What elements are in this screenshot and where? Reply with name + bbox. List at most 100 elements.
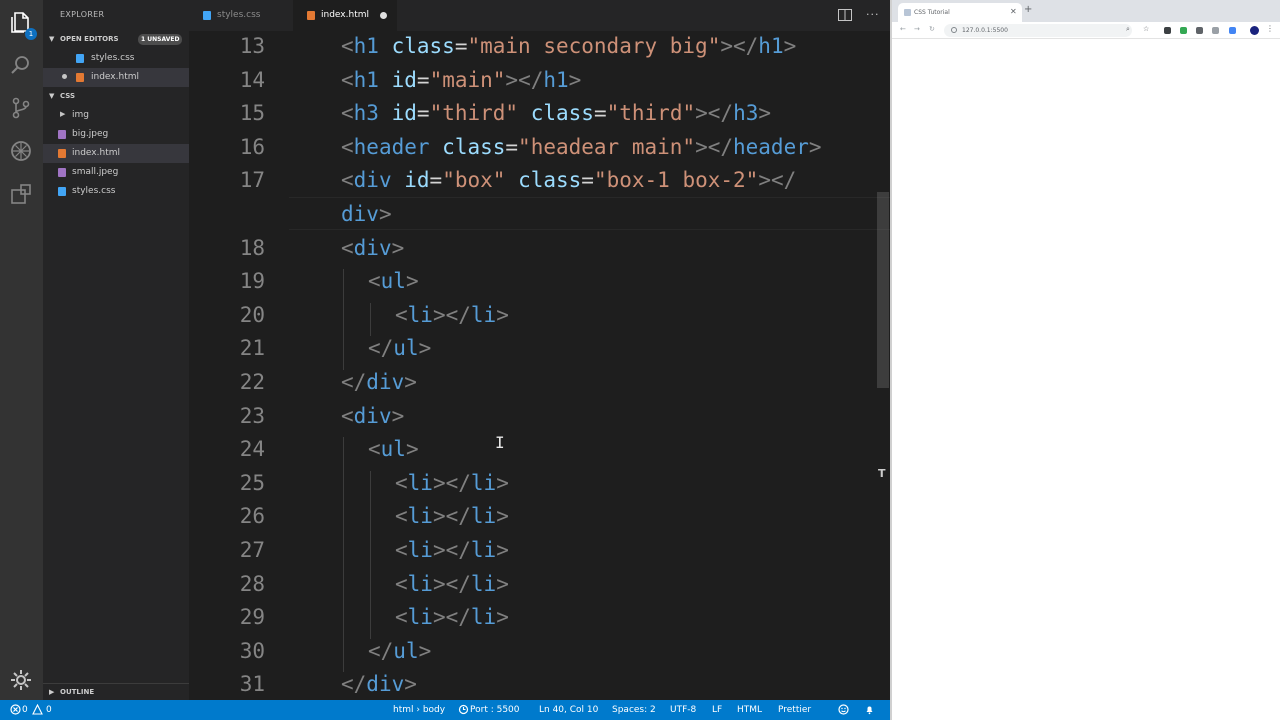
error-icon[interactable]: [10, 704, 21, 715]
browser-tab[interactable]: CSS Tutorial ✕: [898, 3, 1022, 22]
code-token: li: [407, 538, 433, 562]
bookmark-star-icon[interactable]: ☆: [1143, 25, 1149, 33]
tab-index-html[interactable]: index.html: [293, 0, 397, 31]
end-of-line[interactable]: LF: [712, 705, 722, 715]
search-icon[interactable]: [9, 53, 33, 77]
outline-header[interactable]: ▶ OUTLINE: [43, 683, 189, 700]
new-tab-icon[interactable]: +: [1024, 4, 1032, 15]
code-line[interactable]: <ul>: [368, 269, 419, 293]
indent-guide: [343, 504, 344, 538]
code-token: ></: [758, 168, 797, 193]
code-line[interactable]: <div>: [341, 404, 404, 428]
editor-scrollbar[interactable]: [877, 192, 889, 388]
breadcrumb[interactable]: html › body: [393, 705, 445, 715]
page-favicon-icon: [904, 9, 911, 16]
code-line[interactable]: div>: [341, 202, 392, 226]
indentation[interactable]: Spaces: 2: [612, 705, 656, 715]
code-line[interactable]: <li></li>: [395, 471, 509, 495]
code-line[interactable]: </div>: [341, 672, 417, 696]
code-line[interactable]: <header class="headear main"></header>: [341, 135, 822, 159]
cursor-position[interactable]: Ln 40, Col 10: [539, 705, 598, 715]
code-line[interactable]: <li></li>: [395, 605, 509, 629]
code-line[interactable]: <h3 id="third" class="third"></h3>: [341, 101, 771, 125]
live-server-port[interactable]: Port : 5500: [470, 705, 520, 715]
css-file-icon: [76, 54, 84, 63]
reload-icon[interactable]: ↻: [929, 25, 935, 33]
tree-item-label: index.html: [72, 148, 120, 158]
line-number: 17: [239, 168, 265, 193]
code-token: >: [496, 538, 509, 562]
open-editor-label: index.html: [91, 72, 139, 82]
tree-item-styles-css[interactable]: styles.css: [43, 182, 189, 201]
indent-guide: [343, 470, 344, 505]
site-info-icon[interactable]: [951, 27, 957, 33]
extension-eyedropper-icon[interactable]: [1164, 27, 1171, 34]
code-line[interactable]: <h1 id="main"></h1>: [341, 68, 581, 92]
profile-avatar[interactable]: [1250, 26, 1259, 35]
line-number: 19: [239, 269, 265, 294]
code-line[interactable]: <li></li>: [395, 572, 509, 596]
extension-green-icon[interactable]: [1180, 27, 1187, 34]
extensions-icon[interactable]: [9, 182, 33, 206]
tree-item-small-jpeg[interactable]: small.jpeg: [43, 163, 189, 182]
formatter[interactable]: Prettier: [778, 705, 811, 715]
code-token: li: [470, 571, 497, 596]
gear-icon[interactable]: [9, 668, 33, 692]
forward-icon[interactable]: →: [914, 25, 920, 33]
tab-label: index.html: [321, 10, 369, 20]
open-editor-styles-css[interactable]: styles.css: [43, 49, 189, 68]
code-token: h1: [353, 34, 379, 58]
indent-guide: [370, 605, 371, 639]
code-token: li: [407, 571, 433, 596]
code-line[interactable]: <div id="box" class="box-1 box-2"></: [341, 168, 796, 192]
notifications-bell-icon[interactable]: [864, 704, 875, 715]
folder-label: CSS: [60, 92, 76, 100]
encoding[interactable]: UTF-8: [670, 705, 696, 715]
folder-css-header[interactable]: ▼ CSS: [43, 88, 189, 105]
code-line[interactable]: <li></li>: [395, 504, 509, 528]
tree-item-big-jpeg[interactable]: big.jpeg: [43, 125, 189, 144]
tree-item-index-html[interactable]: index.html: [43, 144, 189, 163]
live-server-icon[interactable]: [458, 704, 469, 715]
tab-styles-css[interactable]: styles.css: [189, 0, 293, 31]
code-line[interactable]: <li></li>: [395, 538, 509, 562]
language-mode[interactable]: HTML: [737, 705, 762, 715]
chevron-right-icon: ▶: [49, 688, 55, 696]
debug-icon[interactable]: [9, 139, 33, 163]
error-count[interactable]: 0: [22, 705, 28, 715]
code-token: >: [568, 67, 582, 92]
code-line[interactable]: </ul>: [368, 639, 431, 663]
css-file-icon: [58, 187, 66, 196]
extension-icon[interactable]: [1212, 27, 1219, 34]
back-icon[interactable]: ←: [900, 25, 906, 33]
warning-count[interactable]: 0: [46, 705, 52, 715]
code-editor[interactable]: 13 <h1 class="main secondary big"></h1> 14…: [189, 31, 890, 700]
indent-guide: [343, 538, 344, 572]
close-tab-icon[interactable]: ✕: [1010, 7, 1017, 16]
code-line[interactable]: </ul>: [368, 336, 431, 360]
zoom-icon[interactable]: ⌕: [1126, 25, 1130, 34]
indent-guide: [343, 437, 344, 471]
code-line[interactable]: <li></li>: [395, 303, 509, 327]
activity-bar: 1: [0, 0, 43, 700]
code-line[interactable]: <h1 class="main secondary big"></h1>: [341, 34, 796, 58]
browser-menu-icon[interactable]: ⋮: [1266, 24, 1274, 33]
code-token: "third": [429, 101, 519, 126]
open-editor-index-html[interactable]: index.html: [43, 68, 189, 87]
extension-gray-icon[interactable]: [1196, 27, 1203, 34]
code-line[interactable]: <div>: [341, 236, 404, 260]
code-line[interactable]: <ul>: [368, 437, 419, 461]
tree-item-img[interactable]: ▶ img: [43, 106, 189, 125]
warning-icon[interactable]: [32, 704, 43, 715]
split-editor-icon[interactable]: [838, 9, 852, 21]
code-line[interactable]: </div>: [341, 370, 417, 394]
address-bar[interactable]: 127.0.0.1:5500: [944, 24, 1132, 37]
indent-guide: [343, 336, 344, 370]
open-editors-header[interactable]: ▼ OPEN EDITORS 1 UNSAVED: [43, 31, 189, 48]
code-token: "box": [442, 168, 506, 193]
feedback-smiley-icon[interactable]: [838, 704, 849, 715]
source-control-icon[interactable]: [9, 96, 33, 120]
more-actions-icon[interactable]: ···: [866, 8, 880, 21]
extension-blue-icon[interactable]: [1229, 27, 1236, 34]
